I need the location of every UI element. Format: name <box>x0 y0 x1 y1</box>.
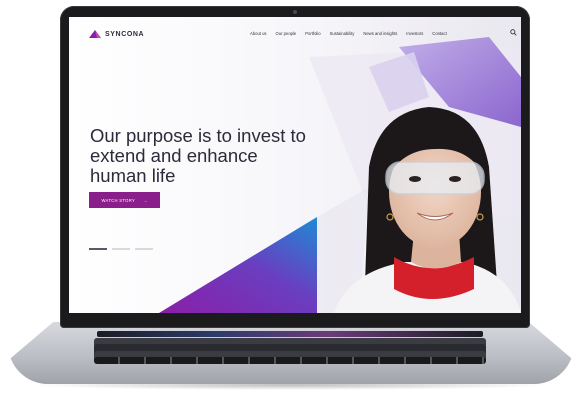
arrow-right-icon: → <box>143 197 148 203</box>
nav-item-contact[interactable]: Contact <box>432 31 446 36</box>
site-header: SYNCONA About us Our people Portfolio Su… <box>69 17 521 53</box>
camera-dot <box>293 10 297 14</box>
nav-item-sustainability[interactable]: Sustainability <box>330 31 355 36</box>
nav-item-news-and-insights[interactable]: News and insights <box>363 31 397 36</box>
slide-indicator-2[interactable] <box>112 248 130 250</box>
slide-indicator-3[interactable] <box>135 248 153 250</box>
watch-story-button[interactable]: WATCH STORY → <box>89 192 160 208</box>
cta-label: WATCH STORY <box>101 197 136 203</box>
search-icon[interactable] <box>510 29 517 36</box>
laptop-screen: SYNCONA About us Our people Portfolio Su… <box>69 17 521 313</box>
slider-pagination <box>89 248 153 250</box>
nav-item-our-people[interactable]: Our people <box>276 31 297 36</box>
synconaa-logo[interactable]: SYNCONA <box>89 30 144 38</box>
logo-mark-icon <box>89 30 101 38</box>
touch-bar <box>97 331 483 337</box>
hero-headline: Our purpose is to invest to extend and e… <box>90 125 306 187</box>
slide-indicator-1[interactable] <box>89 248 107 250</box>
nav-item-investors[interactable]: Investors <box>406 31 423 36</box>
nav-item-about-us[interactable]: About us <box>250 31 267 36</box>
nav-item-portfolio[interactable]: Portfolio <box>305 31 320 36</box>
laptop-lid: SYNCONA About us Our people Portfolio Su… <box>60 6 530 328</box>
keyboard <box>94 338 486 364</box>
main-nav: About us Our people Portfolio Sustainabi… <box>250 31 447 36</box>
brand-name: SYNCONA <box>105 30 145 38</box>
